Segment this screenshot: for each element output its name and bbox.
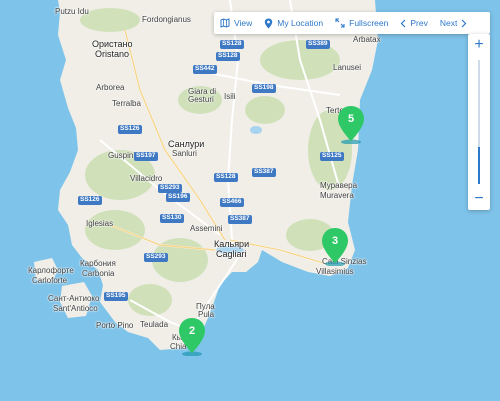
chevron-left-icon — [400, 19, 406, 27]
road-badge: SS128 — [220, 40, 244, 49]
map-canvas[interactable] — [0, 0, 500, 401]
prev-label: Prev — [410, 18, 428, 28]
map-toolbar: View My Location Fullscreen Prev Next — [214, 12, 490, 34]
marker-label: 2 — [188, 325, 196, 337]
place-porto-pino: Porto Pino — [96, 321, 134, 330]
my-location-button[interactable]: My Location — [258, 12, 329, 34]
road-badge: SS389 — [306, 40, 330, 49]
place-villacidro: Villacidro — [130, 174, 163, 183]
road-badge: SS126 — [118, 125, 142, 134]
place-isili: Isili — [224, 92, 236, 101]
map-marker-5[interactable]: 5 — [336, 104, 366, 144]
place-muravera-cyr: Муравера — [320, 181, 358, 190]
location-pin-icon — [265, 18, 273, 28]
map-view[interactable]: Putzu Idu Fordongianus Ористано Oristano… — [0, 0, 500, 401]
place-teulada: Teulada — [140, 320, 169, 329]
lake — [250, 126, 262, 134]
road-badge: SS126 — [78, 196, 102, 205]
road-badge: SS125 — [320, 152, 344, 161]
place-oristano-cyr: Ористано — [92, 39, 133, 49]
road-badge: SS195 — [104, 292, 128, 301]
map-marker-2[interactable]: 2 — [177, 316, 207, 356]
place-cagliari-cyr: Кальяри — [214, 239, 250, 249]
road-badge: SS387 — [228, 215, 252, 224]
place-guspini: Guspini — [108, 151, 136, 160]
place-muravera: Muravera — [320, 191, 354, 200]
road-badge: SS128 — [214, 173, 238, 182]
road-badge: SS130 — [160, 214, 184, 223]
fullscreen-label: Fullscreen — [349, 18, 389, 28]
place-villasimius: Villasimius — [316, 267, 354, 276]
place-santantioco: Sant'Antioco — [53, 304, 98, 313]
zoom-out-button[interactable]: − — [468, 188, 490, 210]
place-terralba: Terralba — [112, 99, 141, 108]
marker-label: 5 — [347, 113, 355, 125]
next-label: Next — [439, 18, 458, 28]
place-carbonia: Carbonia — [82, 269, 115, 278]
zoom-slider[interactable] — [478, 60, 480, 184]
place-arborea: Arborea — [96, 83, 125, 92]
place-carloforte-cyr: Карлофорте — [28, 266, 74, 275]
zoom-control: + − — [468, 34, 490, 210]
chevron-right-icon — [461, 19, 467, 27]
place-sanluri-cyr: Санлури — [168, 139, 205, 149]
road-badge: SS128 — [216, 52, 240, 61]
place-iglesias: Iglesias — [86, 219, 114, 228]
road-badge: SS466 — [220, 198, 244, 207]
marker-label: 3 — [331, 235, 339, 247]
fullscreen-button[interactable]: Fullscreen — [329, 12, 394, 34]
place-sanluri: Sanluri — [172, 149, 197, 158]
road-badge: SS387 — [252, 168, 276, 177]
road-badge: SS293 — [144, 253, 168, 262]
road-badge: SS198 — [252, 84, 276, 93]
road-badge: SS442 — [193, 65, 217, 74]
road-badge: SS196 — [166, 193, 190, 202]
map-icon — [220, 18, 230, 28]
place-giara-2: Gesturi — [188, 95, 214, 104]
place-arbatax: Arbatax — [353, 35, 381, 44]
prev-button[interactable]: Prev — [394, 12, 433, 34]
place-oristano: Oristano — [95, 49, 130, 59]
place-fordongianus: Fordongianus — [142, 15, 191, 24]
place-cagliari: Cagliari — [216, 249, 247, 259]
place-carloforte: Carloforte — [32, 276, 68, 285]
zoom-in-button[interactable]: + — [468, 34, 490, 56]
fullscreen-icon — [335, 18, 345, 28]
road-badge: SS293 — [158, 184, 182, 193]
road-badge: SS197 — [134, 152, 158, 161]
place-lanusei: Lanusei — [333, 63, 362, 72]
map-marker-3[interactable]: 3 — [320, 226, 350, 266]
zoom-slider-fill — [478, 146, 480, 184]
view-button[interactable]: View — [214, 12, 258, 34]
place-assemini: Assemini — [190, 224, 223, 233]
place-carbonia-cyr: Карбония — [80, 259, 116, 268]
my-location-label: My Location — [277, 18, 324, 28]
view-label: View — [234, 18, 253, 28]
place-putzu-idu: Putzu Idu — [55, 7, 89, 16]
place-santantioco-cyr: Сант-Антиоко — [48, 294, 100, 303]
next-button[interactable]: Next — [434, 12, 473, 34]
